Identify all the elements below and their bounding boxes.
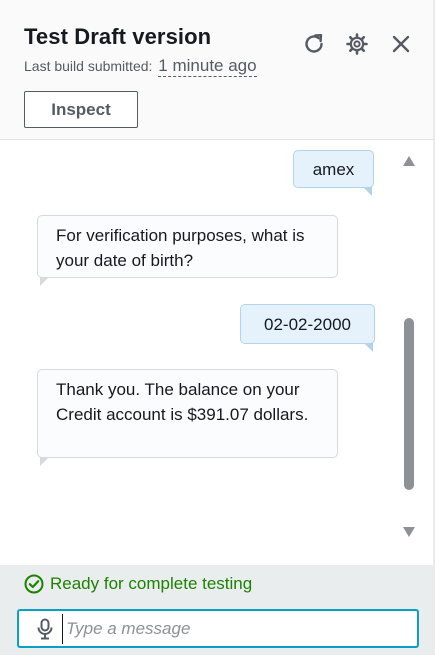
chat-footer: Ready for complete testing [0,565,433,655]
status-text: Ready for complete testing [50,574,253,593]
status-indicator: Ready for complete testing [24,574,252,594]
refresh-icon [305,34,323,53]
refresh-button[interactable] [300,30,328,58]
bot-message-tail [40,277,49,286]
test-bot-panel: Test Draft version Last build submitted:… [0,0,435,655]
bot-message-tail [40,457,49,466]
build-info: Last build submitted: 1 minute ago [24,56,257,77]
user-message-tail [364,343,373,352]
message-input[interactable] [62,613,392,644]
scroll-up-arrow-icon[interactable] [402,155,416,167]
message-input-container [17,609,419,648]
settings-gear-icon [346,33,368,55]
scrollbar-thumb[interactable] [404,318,414,490]
close-button[interactable] [387,30,415,58]
bot-message: Thank you. The balance on your Credit ac… [37,369,338,458]
settings-button[interactable] [343,30,371,58]
success-check-icon [24,574,44,594]
scroll-down-arrow-icon[interactable] [402,526,416,538]
bot-message: For verification purposes, what is your … [37,215,338,278]
chat-transcript: amex For verification purposes, what is … [0,141,433,565]
close-icon [392,35,410,53]
panel-title: Test Draft version [24,24,212,49]
user-message-tail [363,187,372,196]
inspect-button[interactable]: Inspect [24,91,138,128]
microphone-icon [37,618,53,639]
build-label: Last build submitted: [24,58,153,74]
user-message: 02-02-2000 [240,304,375,344]
microphone-button[interactable] [35,618,55,640]
panel-header: Test Draft version Last build submitted:… [0,0,433,140]
user-message: amex [293,150,374,188]
build-time[interactable]: 1 minute ago [158,56,257,77]
